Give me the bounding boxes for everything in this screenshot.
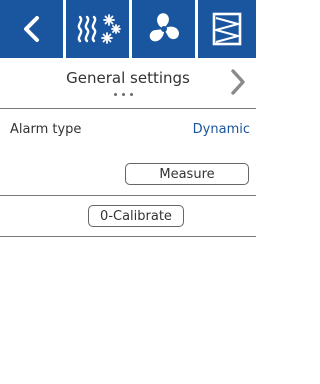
heat-snow-icon (77, 14, 121, 44)
filter-icon (212, 12, 242, 46)
alarm-type-value[interactable]: Dynamic (193, 122, 250, 137)
page-dot (114, 93, 117, 96)
top-tab-bar (0, 0, 256, 58)
chevron-left-icon (23, 16, 39, 42)
page-heading: General settings (0, 58, 256, 108)
tab-filter[interactable] (198, 0, 256, 58)
fan-icon (149, 13, 179, 42)
page-dot (130, 93, 133, 96)
zero-calibrate-button[interactable]: 0-Calibrate (88, 205, 184, 227)
measure-button[interactable]: Measure (125, 163, 249, 185)
chevron-right-icon[interactable] (230, 68, 246, 96)
divider (0, 195, 256, 196)
tab-heating-cooling[interactable] (66, 0, 132, 58)
tab-ventilation[interactable] (132, 0, 198, 58)
divider (0, 236, 256, 237)
back-button[interactable] (0, 0, 66, 58)
page-title: General settings (66, 69, 190, 87)
alarm-type-label: Alarm type (10, 122, 82, 137)
divider (0, 108, 256, 109)
page-indicator (114, 93, 133, 96)
page-dot (122, 93, 125, 96)
